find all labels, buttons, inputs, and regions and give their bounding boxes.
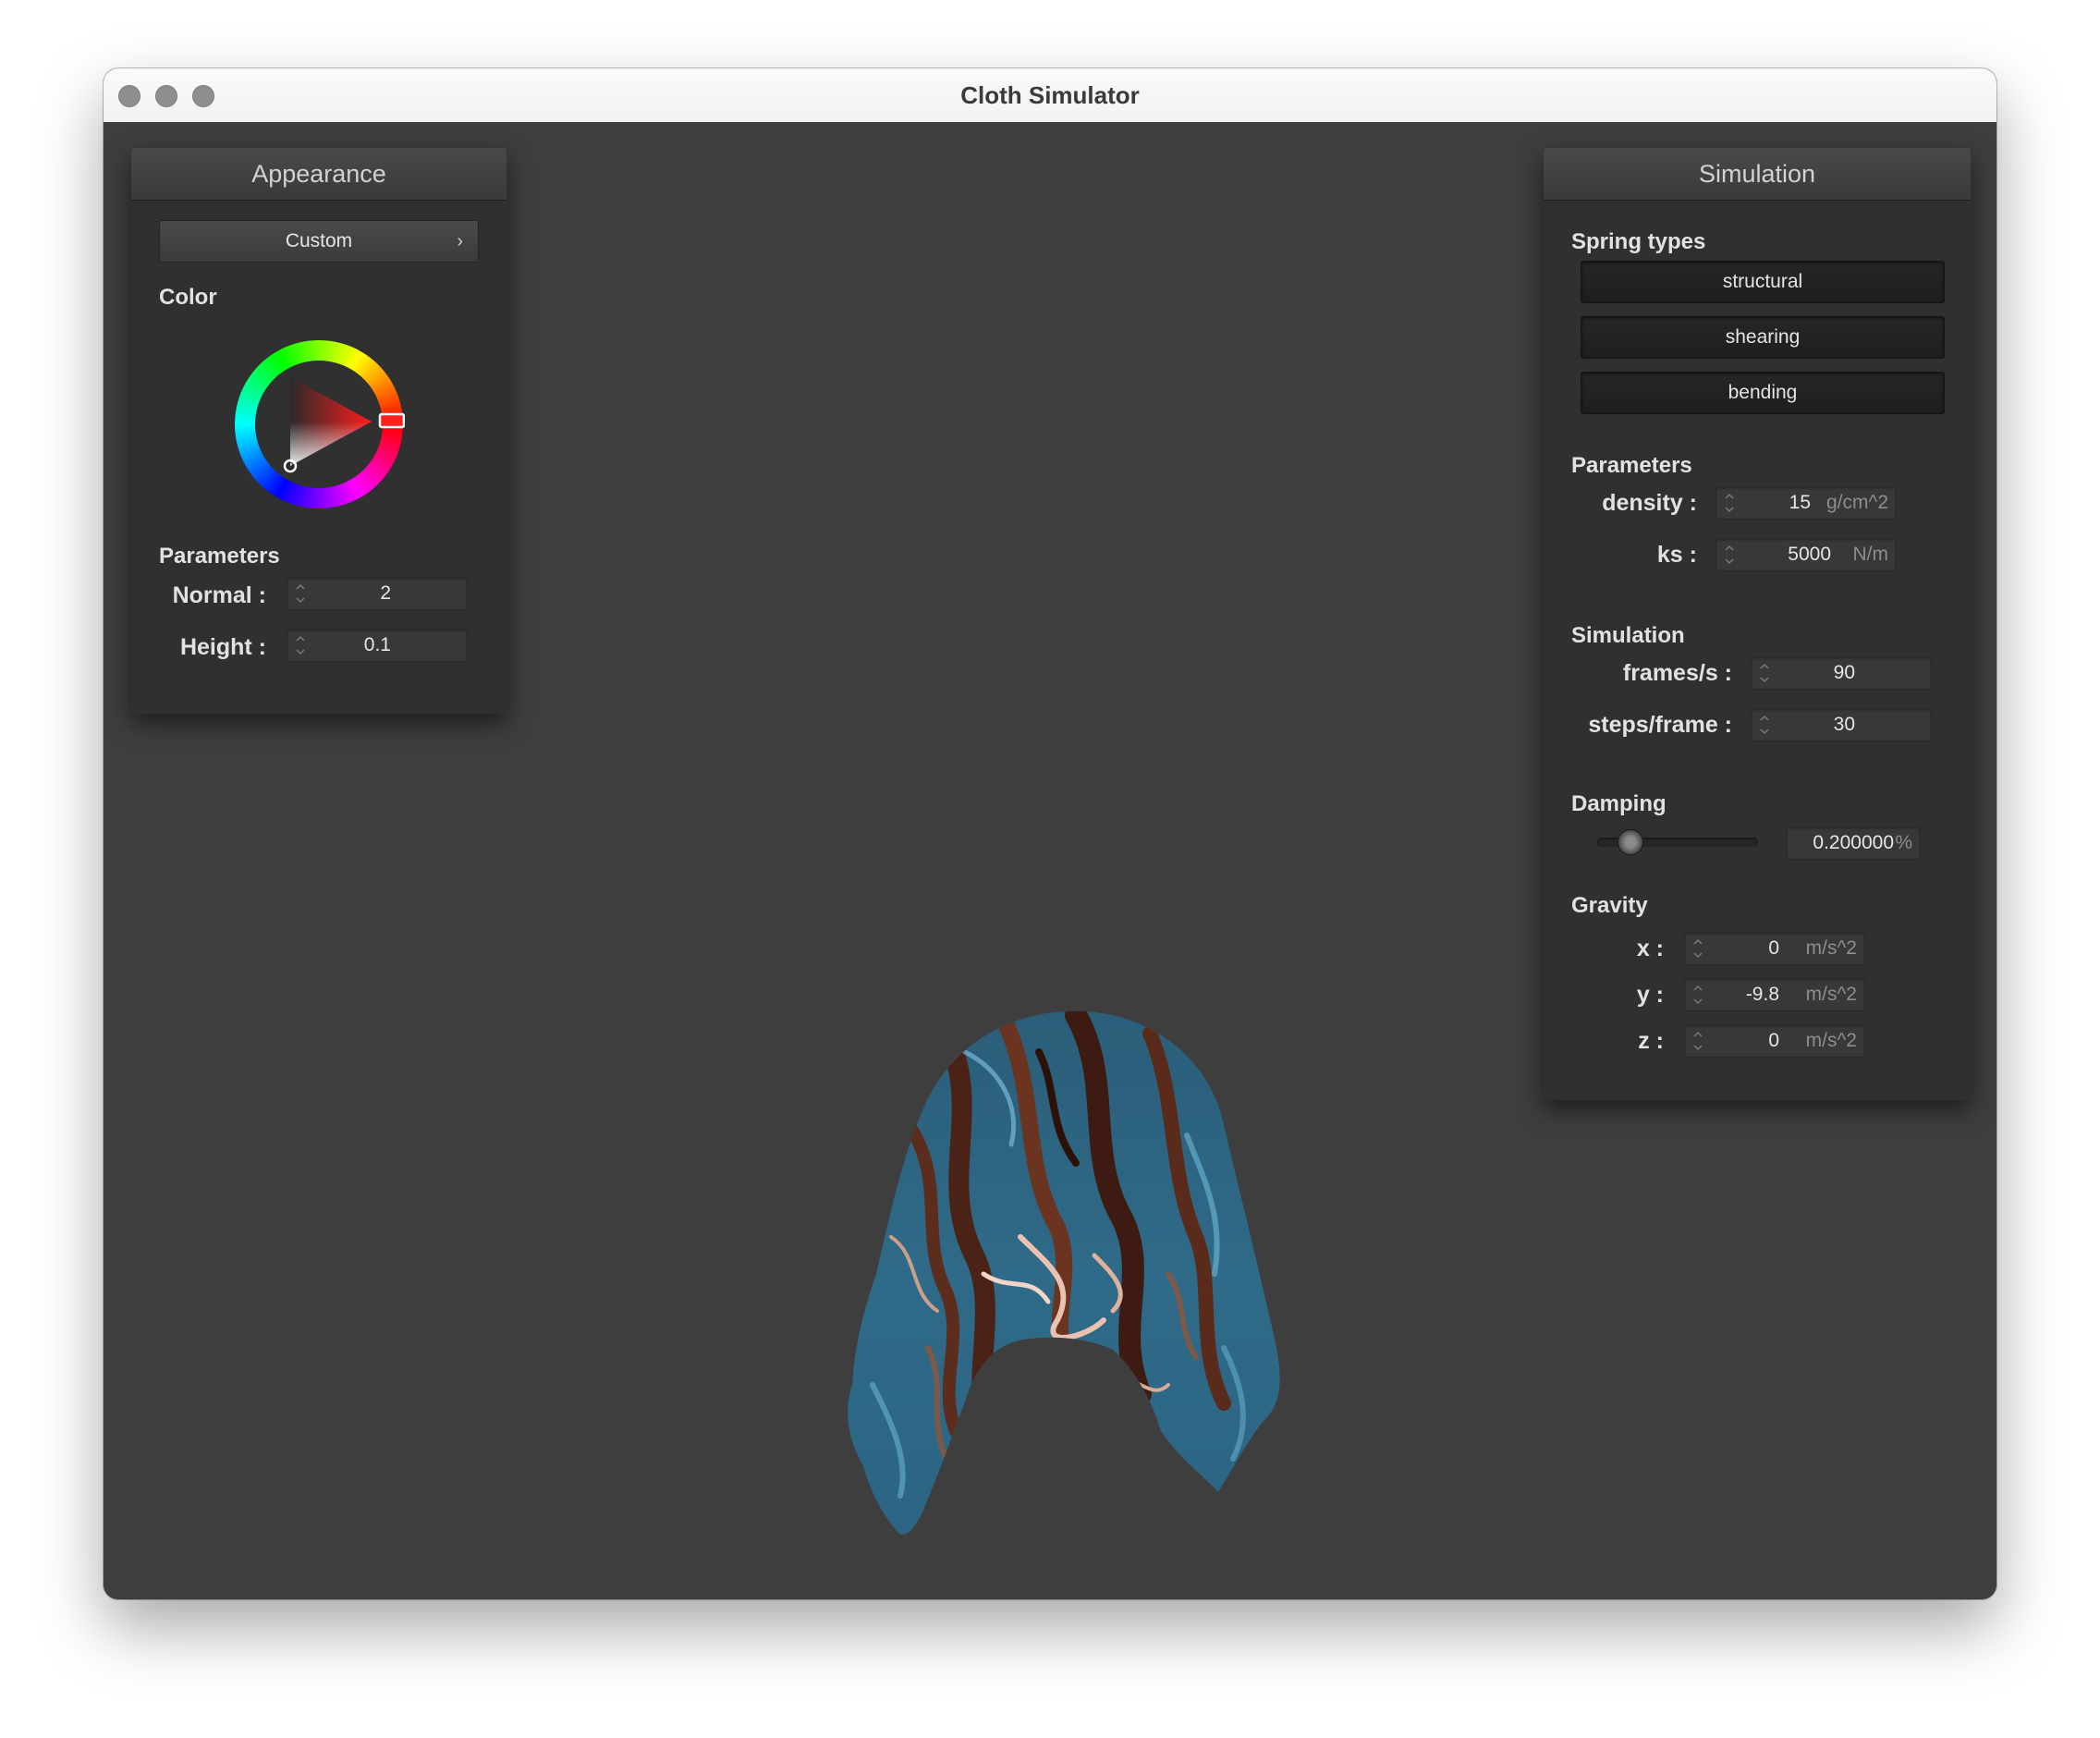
damping-unit: % xyxy=(1895,832,1912,853)
normal-label: Normal : xyxy=(172,582,266,608)
stepper-arrows-icon[interactable] xyxy=(1692,936,1703,961)
stepper-arrows-icon[interactable] xyxy=(1692,982,1703,1008)
damping-slider-handle[interactable] xyxy=(1617,829,1643,855)
density-label: density : xyxy=(1602,490,1697,516)
density-value: 15 xyxy=(1789,492,1811,513)
window-title: Cloth Simulator xyxy=(960,81,1140,109)
color-wheel[interactable] xyxy=(233,338,405,510)
normal-value: 2 xyxy=(380,582,391,604)
stepper-arrows-icon[interactable] xyxy=(1724,490,1735,516)
gravity-z-input[interactable]: 0 m/s^2 xyxy=(1684,1024,1865,1058)
height-value: 0.1 xyxy=(363,634,391,655)
density-input[interactable]: 15 g/cm^2 xyxy=(1715,486,1897,520)
ks-input[interactable]: 5000 N/m xyxy=(1715,538,1897,571)
steps-per-frame-label: steps/frame : xyxy=(1588,712,1732,738)
spring-structural-toggle[interactable]: structural xyxy=(1581,261,1945,303)
simulation-section-label: Simulation xyxy=(1571,623,1685,648)
damping-value: 0.200000 xyxy=(1813,832,1894,853)
gravity-y-value: -9.8 xyxy=(1745,984,1779,1005)
spring-bending-toggle[interactable]: bending xyxy=(1581,372,1945,414)
spring-shearing-toggle[interactable]: shearing xyxy=(1581,316,1945,359)
shader-dropdown[interactable]: Custom › xyxy=(159,220,479,263)
chevron-right-icon: › xyxy=(457,231,463,251)
title-bar: Cloth Simulator xyxy=(104,68,1996,123)
color-section-label: Color xyxy=(159,285,217,310)
gravity-z-label: z : xyxy=(1638,1028,1664,1054)
steps-per-frame-input[interactable]: 30 xyxy=(1751,708,1932,741)
ks-value: 5000 xyxy=(1788,544,1831,565)
ks-unit: N/m xyxy=(1852,544,1889,565)
cloth-texture xyxy=(848,1010,1280,1535)
damping-slider[interactable] xyxy=(1597,829,1758,855)
appearance-panel-header[interactable]: Appearance xyxy=(131,148,507,201)
frames-per-second-value: 90 xyxy=(1833,662,1855,683)
gravity-y-label: y : xyxy=(1636,982,1664,1008)
spring-types-label: Spring types xyxy=(1571,229,1706,254)
simulation-parameters-label: Parameters xyxy=(1571,453,1692,478)
cloth-mesh[interactable] xyxy=(836,997,1298,1542)
shader-dropdown-value: Custom xyxy=(285,230,353,251)
damping-label: Damping xyxy=(1571,791,1667,816)
stepper-arrows-icon[interactable] xyxy=(1692,1028,1703,1054)
render-viewport[interactable]: Appearance Custom › Color Parameters Nor… xyxy=(104,122,1996,1599)
frames-per-second-label: frames/s : xyxy=(1622,660,1732,686)
gravity-x-input[interactable]: 0 m/s^2 xyxy=(1684,932,1865,965)
stepper-arrows-icon[interactable] xyxy=(295,632,306,658)
ks-label: ks : xyxy=(1656,542,1697,568)
stepper-arrows-icon[interactable] xyxy=(1759,660,1770,686)
gravity-y-unit: m/s^2 xyxy=(1805,984,1857,1005)
gravity-x-value: 0 xyxy=(1768,937,1779,959)
height-label: Height : xyxy=(179,634,266,660)
height-input[interactable]: 0.1 xyxy=(287,629,468,662)
density-unit: g/cm^2 xyxy=(1825,492,1888,513)
gravity-z-value: 0 xyxy=(1768,1030,1779,1051)
stepper-arrows-icon[interactable] xyxy=(295,581,306,606)
gravity-z-unit: m/s^2 xyxy=(1805,1030,1857,1051)
gravity-y-input[interactable]: -9.8 m/s^2 xyxy=(1684,978,1865,1011)
appearance-parameters-label: Parameters xyxy=(159,544,280,569)
gravity-x-label: x : xyxy=(1636,936,1664,961)
damping-input[interactable]: 0.200000 % xyxy=(1786,826,1921,860)
appearance-panel: Appearance Custom › Color Parameters Nor… xyxy=(131,148,507,714)
gravity-x-unit: m/s^2 xyxy=(1805,937,1857,959)
app-window: Cloth Simulator Appearance Custom › Colo… xyxy=(104,68,1996,1599)
gravity-label: Gravity xyxy=(1571,893,1648,918)
frames-per-second-input[interactable]: 90 xyxy=(1751,656,1932,690)
simulation-panel: Simulation Spring types structural shear… xyxy=(1544,148,1971,1100)
simulation-panel-header[interactable]: Simulation xyxy=(1544,148,1971,201)
stepper-arrows-icon[interactable] xyxy=(1759,712,1770,738)
stepper-arrows-icon[interactable] xyxy=(1724,542,1735,568)
steps-per-frame-value: 30 xyxy=(1833,714,1855,735)
normal-input[interactable]: 2 xyxy=(287,577,468,610)
